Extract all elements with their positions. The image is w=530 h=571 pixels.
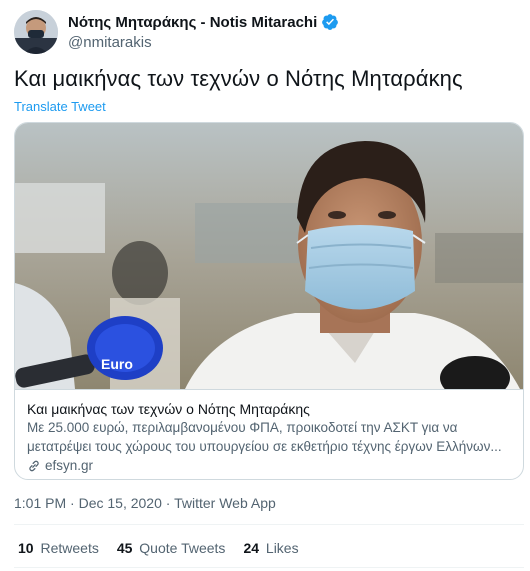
card-image[interactable]: Euro <box>15 123 523 400</box>
avatar[interactable] <box>14 10 58 54</box>
tweet: Νότης Μηταράκης - Notis Mitarachi @nmita… <box>0 0 530 571</box>
author-info: Νότης Μηταράκης - Notis Mitarachi @nmita… <box>68 12 339 51</box>
card-description: Με 25.000 ευρώ, περιλαμβανομένου ΦΠΑ, πρ… <box>27 420 502 454</box>
microphone-label: Euro <box>101 356 133 372</box>
author-handle[interactable]: @nmitarakis <box>68 34 339 51</box>
tweet-meta: 1:01 PM · Dec 15, 2020 · Twitter Web App <box>14 495 276 511</box>
card-title: Και μαικήνας των τεχνών ο Νότης Μηταράκη… <box>27 401 310 417</box>
retweets-stat[interactable]: 10 Retweets <box>18 540 99 556</box>
quote-tweets-stat[interactable]: 45 Quote Tweets <box>117 540 226 556</box>
retweets-count: 10 <box>18 540 34 556</box>
link-preview-card[interactable]: Euro Και μαικήνας των τεχνών ο Νότης Μητ… <box>14 122 524 480</box>
card-domain: efsyn.gr <box>27 456 511 475</box>
likes-count: 24 <box>243 540 260 556</box>
author-display-name[interactable]: Νότης Μηταράκης - Notis Mitarachi <box>68 14 317 31</box>
retweets-label: Retweets <box>40 540 99 556</box>
quotes-label: Quote Tweets <box>139 540 226 556</box>
meta-separator-2: · <box>161 495 175 511</box>
tweet-date[interactable]: Dec 15, 2020 <box>79 495 162 511</box>
likes-stat[interactable]: 24 Likes <box>243 540 298 556</box>
tweet-time[interactable]: 1:01 PM <box>14 495 66 511</box>
card-body[interactable]: Και μαικήνας των τεχνών ο Νότης Μηταράκη… <box>15 389 523 479</box>
link-icon <box>29 460 39 471</box>
tweet-stats: 10 Retweets 45 Quote Tweets 24 Likes <box>18 540 317 556</box>
quotes-count: 45 <box>116 540 133 556</box>
likes-label: Likes <box>265 540 299 556</box>
translate-tweet-link[interactable]: Translate Tweet <box>14 99 106 114</box>
tweet-text: Και μαικήνας των τεχνών ο Νότης Μηταράκη… <box>14 66 463 91</box>
meta-separator: · <box>66 495 79 511</box>
divider-bottom <box>14 567 524 568</box>
divider-top <box>14 524 524 525</box>
verified-badge-icon <box>321 13 339 31</box>
tweet-source[interactable]: Twitter Web App <box>174 495 276 511</box>
card-domain-text: efsyn.gr <box>45 458 94 473</box>
